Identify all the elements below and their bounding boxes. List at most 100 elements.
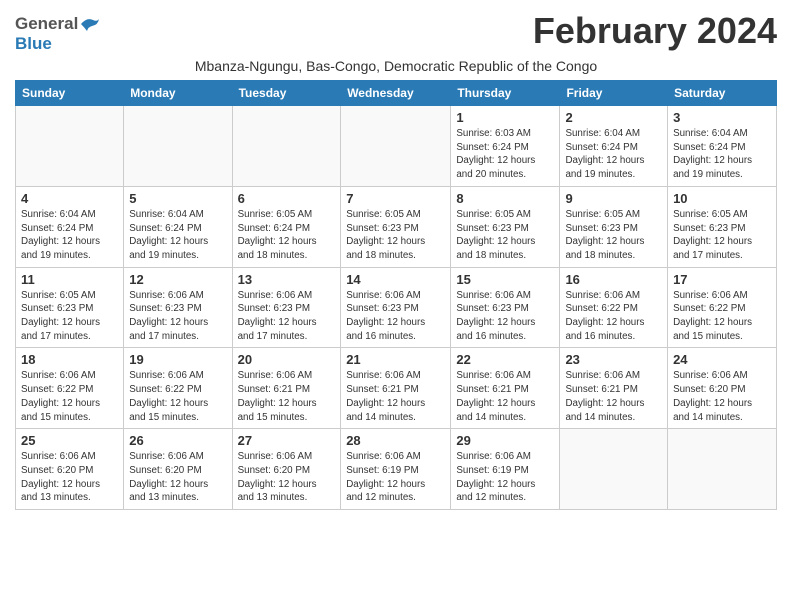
calendar-cell [124, 106, 232, 187]
calendar-cell [16, 106, 124, 187]
day-detail: Sunrise: 6:05 AMSunset: 6:24 PMDaylight:… [238, 208, 336, 263]
day-detail: Sunrise: 6:04 AMSunset: 6:24 PMDaylight:… [565, 127, 662, 182]
header-day-friday: Friday [560, 81, 668, 106]
calendar-subtitle: Mbanza-Ngungu, Bas-Congo, Democratic Rep… [15, 58, 777, 74]
day-detail: Sunrise: 6:06 AMSunset: 6:21 PMDaylight:… [456, 369, 554, 424]
day-number: 4 [21, 191, 118, 206]
calendar-cell: 17 Sunrise: 6:06 AMSunset: 6:22 PMDayligh… [668, 267, 777, 348]
header: General Blue February 2024 [15, 10, 777, 54]
calendar-cell: 21 Sunrise: 6:06 AMSunset: 6:21 PMDayligh… [341, 348, 451, 429]
day-detail: Sunrise: 6:06 AMSunset: 6:23 PMDaylight:… [129, 289, 226, 344]
day-number: 2 [565, 110, 662, 125]
day-detail: Sunrise: 6:04 AMSunset: 6:24 PMDaylight:… [21, 208, 118, 263]
day-detail: Sunrise: 6:06 AMSunset: 6:23 PMDaylight:… [456, 289, 554, 344]
calendar-cell: 6 Sunrise: 6:05 AMSunset: 6:24 PMDaylight… [232, 186, 341, 267]
day-number: 13 [238, 272, 336, 287]
calendar-cell: 8Sunrise: 6:05 AMSunset: 6:23 PMDaylight… [451, 186, 560, 267]
calendar-cell: 3Sunrise: 6:04 AMSunset: 6:24 PMDaylight… [668, 106, 777, 187]
day-detail: Sunrise: 6:05 AMSunset: 6:23 PMDaylight:… [456, 208, 554, 263]
week-row-0: 1Sunrise: 6:03 AMSunset: 6:24 PMDaylight… [16, 106, 777, 187]
day-number: 9 [565, 191, 662, 206]
calendar-cell: 22 Sunrise: 6:06 AMSunset: 6:21 PMDayligh… [451, 348, 560, 429]
header-day-tuesday: Tuesday [232, 81, 341, 106]
day-detail: Sunrise: 6:06 AMSunset: 6:23 PMDaylight:… [346, 289, 445, 344]
day-number: 1 [456, 110, 554, 125]
logo: General Blue [15, 14, 101, 54]
logo-bird-icon [79, 15, 101, 33]
day-number: 15 [456, 272, 554, 287]
day-detail: Sunrise: 6:06 AMSunset: 6:22 PMDaylight:… [673, 289, 771, 344]
day-detail: Sunrise: 6:06 AMSunset: 6:19 PMDaylight:… [456, 450, 554, 505]
calendar-cell: 10 Sunrise: 6:05 AMSunset: 6:23 PMDayligh… [668, 186, 777, 267]
calendar-cell: 18 Sunrise: 6:06 AMSunset: 6:22 PMDayligh… [16, 348, 124, 429]
day-number: 18 [21, 352, 118, 367]
calendar-cell: 14 Sunrise: 6:06 AMSunset: 6:23 PMDayligh… [341, 267, 451, 348]
day-number: 5 [129, 191, 226, 206]
calendar-cell [560, 429, 668, 510]
calendar-cell: 20 Sunrise: 6:06 AMSunset: 6:21 PMDayligh… [232, 348, 341, 429]
header-row: SundayMondayTuesdayWednesdayThursdayFrid… [16, 81, 777, 106]
header-day-saturday: Saturday [668, 81, 777, 106]
header-day-monday: Monday [124, 81, 232, 106]
logo-general-text: General [15, 14, 78, 34]
week-row-4: 25 Sunrise: 6:06 AMSunset: 6:20 PMDayligh… [16, 429, 777, 510]
day-detail: Sunrise: 6:05 AMSunset: 6:23 PMDaylight:… [673, 208, 771, 263]
day-detail: Sunrise: 6:05 AMSunset: 6:23 PMDaylight:… [565, 208, 662, 263]
day-number: 16 [565, 272, 662, 287]
day-number: 24 [673, 352, 771, 367]
calendar-cell: 12 Sunrise: 6:06 AMSunset: 6:23 PMDayligh… [124, 267, 232, 348]
day-detail: Sunrise: 6:06 AMSunset: 6:20 PMDaylight:… [673, 369, 771, 424]
calendar-cell: 7 Sunrise: 6:05 AMSunset: 6:23 PMDaylight… [341, 186, 451, 267]
day-number: 28 [346, 433, 445, 448]
calendar-body: 1Sunrise: 6:03 AMSunset: 6:24 PMDaylight… [16, 106, 777, 510]
header-day-thursday: Thursday [451, 81, 560, 106]
day-detail: Sunrise: 6:05 AMSunset: 6:23 PMDaylight:… [346, 208, 445, 263]
calendar-cell: 25 Sunrise: 6:06 AMSunset: 6:20 PMDayligh… [16, 429, 124, 510]
calendar-cell [341, 106, 451, 187]
calendar-cell: 26 Sunrise: 6:06 AMSunset: 6:20 PMDayligh… [124, 429, 232, 510]
day-number: 11 [21, 272, 118, 287]
day-detail: Sunrise: 6:05 AMSunset: 6:23 PMDaylight:… [21, 289, 118, 344]
week-row-3: 18 Sunrise: 6:06 AMSunset: 6:22 PMDayligh… [16, 348, 777, 429]
calendar-cell: 4 Sunrise: 6:04 AMSunset: 6:24 PMDaylight… [16, 186, 124, 267]
day-detail: Sunrise: 6:06 AMSunset: 6:20 PMDaylight:… [129, 450, 226, 505]
calendar-cell: 9 Sunrise: 6:05 AMSunset: 6:23 PMDaylight… [560, 186, 668, 267]
calendar-cell: 24 Sunrise: 6:06 AMSunset: 6:20 PMDayligh… [668, 348, 777, 429]
calendar-cell [668, 429, 777, 510]
day-number: 10 [673, 191, 771, 206]
day-number: 25 [21, 433, 118, 448]
header-day-sunday: Sunday [16, 81, 124, 106]
day-number: 17 [673, 272, 771, 287]
logo-blue-text: Blue [15, 34, 52, 54]
day-detail: Sunrise: 6:04 AMSunset: 6:24 PMDaylight:… [129, 208, 226, 263]
day-number: 20 [238, 352, 336, 367]
day-detail: Sunrise: 6:06 AMSunset: 6:21 PMDaylight:… [238, 369, 336, 424]
day-number: 21 [346, 352, 445, 367]
day-number: 14 [346, 272, 445, 287]
day-number: 19 [129, 352, 226, 367]
day-detail: Sunrise: 6:06 AMSunset: 6:21 PMDaylight:… [565, 369, 662, 424]
calendar-cell: 1Sunrise: 6:03 AMSunset: 6:24 PMDaylight… [451, 106, 560, 187]
calendar-cell: 13Sunrise: 6:06 AMSunset: 6:23 PMDayligh… [232, 267, 341, 348]
week-row-2: 11 Sunrise: 6:05 AMSunset: 6:23 PMDayligh… [16, 267, 777, 348]
day-number: 6 [238, 191, 336, 206]
day-number: 3 [673, 110, 771, 125]
day-detail: Sunrise: 6:06 AMSunset: 6:22 PMDaylight:… [21, 369, 118, 424]
calendar-cell: 27Sunrise: 6:06 AMSunset: 6:20 PMDayligh… [232, 429, 341, 510]
day-number: 23 [565, 352, 662, 367]
day-number: 26 [129, 433, 226, 448]
calendar-cell [232, 106, 341, 187]
day-number: 7 [346, 191, 445, 206]
day-number: 29 [456, 433, 554, 448]
day-detail: Sunrise: 6:06 AMSunset: 6:21 PMDaylight:… [346, 369, 445, 424]
header-day-wednesday: Wednesday [341, 81, 451, 106]
day-detail: Sunrise: 6:06 AMSunset: 6:22 PMDaylight:… [129, 369, 226, 424]
calendar-cell: 23 Sunrise: 6:06 AMSunset: 6:21 PMDayligh… [560, 348, 668, 429]
calendar-cell: 19 Sunrise: 6:06 AMSunset: 6:22 PMDayligh… [124, 348, 232, 429]
calendar-cell: 2 Sunrise: 6:04 AMSunset: 6:24 PMDaylight… [560, 106, 668, 187]
day-number: 12 [129, 272, 226, 287]
day-detail: Sunrise: 6:06 AMSunset: 6:20 PMDaylight:… [21, 450, 118, 505]
calendar-cell: 29 Sunrise: 6:06 AMSunset: 6:19 PMDayligh… [451, 429, 560, 510]
calendar-cell: 5 Sunrise: 6:04 AMSunset: 6:24 PMDaylight… [124, 186, 232, 267]
day-number: 22 [456, 352, 554, 367]
